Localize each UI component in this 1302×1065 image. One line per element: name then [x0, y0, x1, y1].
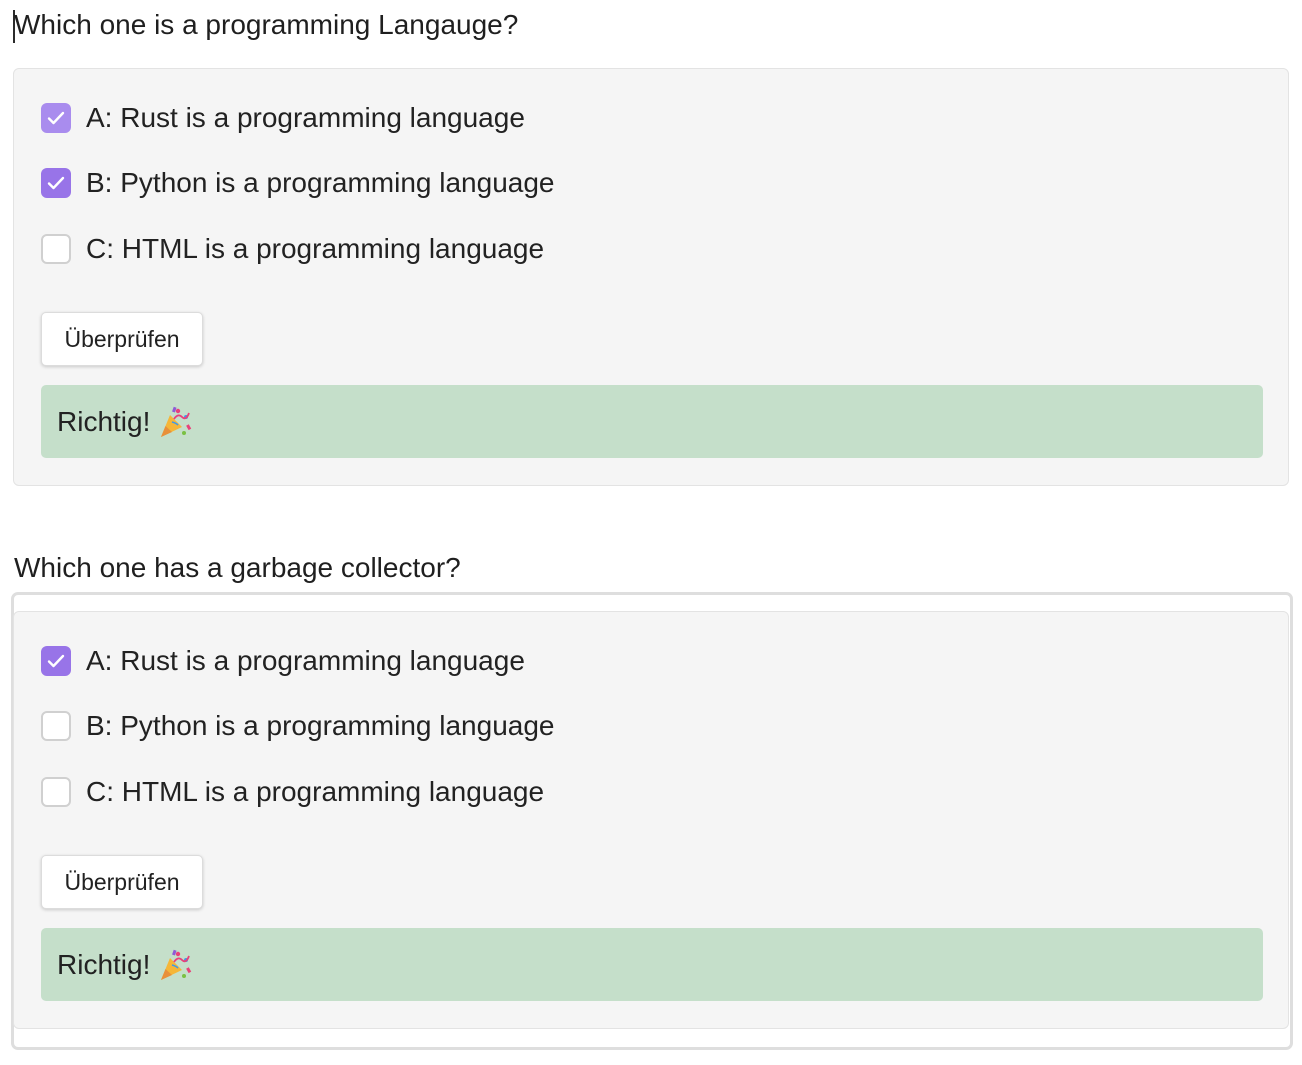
option-c[interactable]: C: HTML is a programming language [41, 775, 544, 809]
quiz-card: A: Rust is a programming language B: Pyt… [13, 611, 1289, 1029]
checkbox-unchecked[interactable] [41, 777, 71, 807]
party-popper-icon [161, 406, 192, 437]
option-label: C: HTML is a programming language [86, 776, 545, 807]
question-title: Which one is a programming Langauge? [14, 9, 519, 40]
option-label: B: Python is a programming language [86, 167, 555, 198]
feedback-success: Richtig! [41, 928, 1263, 1001]
checkmark-icon [47, 176, 65, 190]
option-a[interactable]: A: Rust is a programming language [41, 644, 525, 678]
option-label: C: HTML is a programming language [86, 233, 545, 264]
feedback-text: Richtig! [57, 405, 151, 437]
option-c[interactable]: C: HTML is a programming language [41, 232, 544, 266]
checkbox-checked[interactable] [41, 103, 71, 133]
checkbox-checked[interactable] [41, 168, 71, 198]
option-label: B: Python is a programming language [86, 710, 555, 741]
option-b[interactable]: B: Python is a programming language [41, 709, 555, 743]
checkbox-checked[interactable] [41, 646, 71, 676]
feedback-success: Richtig! [41, 385, 1263, 458]
checkbox-unchecked[interactable] [41, 234, 71, 264]
option-label: A: Rust is a programming language [86, 645, 525, 676]
quiz-page: Which one is a programming Langauge? A: … [0, 0, 1302, 1065]
checkmark-icon [47, 654, 65, 668]
option-a[interactable]: A: Rust is a programming language [41, 101, 525, 135]
option-label: A: Rust is a programming language [86, 102, 525, 133]
question-title: Which one has a garbage collector? [14, 552, 461, 583]
feedback-text: Richtig! [57, 948, 151, 980]
checkmark-icon [47, 111, 65, 125]
quiz-card: A: Rust is a programming language B: Pyt… [13, 68, 1289, 486]
option-b[interactable]: B: Python is a programming language [41, 166, 555, 200]
checkbox-unchecked[interactable] [41, 711, 71, 741]
check-button[interactable]: Überprüfen [41, 855, 203, 909]
check-button[interactable]: Überprüfen [41, 312, 203, 366]
party-popper-icon [161, 949, 192, 980]
